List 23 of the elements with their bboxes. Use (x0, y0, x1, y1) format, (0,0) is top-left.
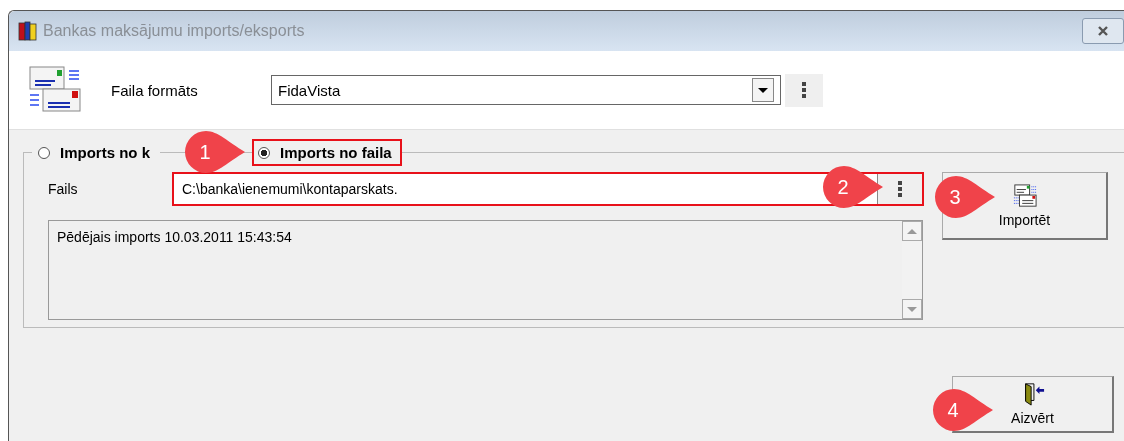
scrollbar[interactable] (902, 221, 922, 319)
more-button[interactable] (785, 73, 823, 107)
letters-icon (1012, 183, 1037, 208)
step-callout: 4 (932, 388, 994, 432)
more-icon[interactable] (801, 80, 807, 100)
scroll-down-icon[interactable] (902, 299, 922, 319)
log-text: Pēdējais imports 10.03.2011 15:43:54 (56, 228, 292, 245)
scroll-up-icon[interactable] (902, 221, 922, 241)
close-button[interactable] (1082, 18, 1124, 44)
format-label: Faila formāts (111, 81, 199, 99)
radio-option[interactable]: Imports no faila (252, 139, 402, 166)
log-textarea[interactable]: Pēdējais imports 10.03.2011 15:43:54 (48, 220, 923, 320)
step-callout: 3 (934, 175, 996, 219)
file-label: Fails (48, 181, 79, 197)
window-title: Bankas maksājumu imports/eksports (43, 22, 306, 40)
step-callout: 1 (184, 130, 246, 174)
more-icon[interactable] (897, 179, 903, 199)
format-dropdown[interactable]: FidaVista (271, 75, 781, 105)
step-callout: 2 (822, 165, 884, 209)
books-icon (17, 20, 39, 42)
letters-icon (29, 65, 81, 115)
browse-button[interactable] (877, 174, 922, 204)
close-icon[interactable] (1097, 25, 1109, 37)
